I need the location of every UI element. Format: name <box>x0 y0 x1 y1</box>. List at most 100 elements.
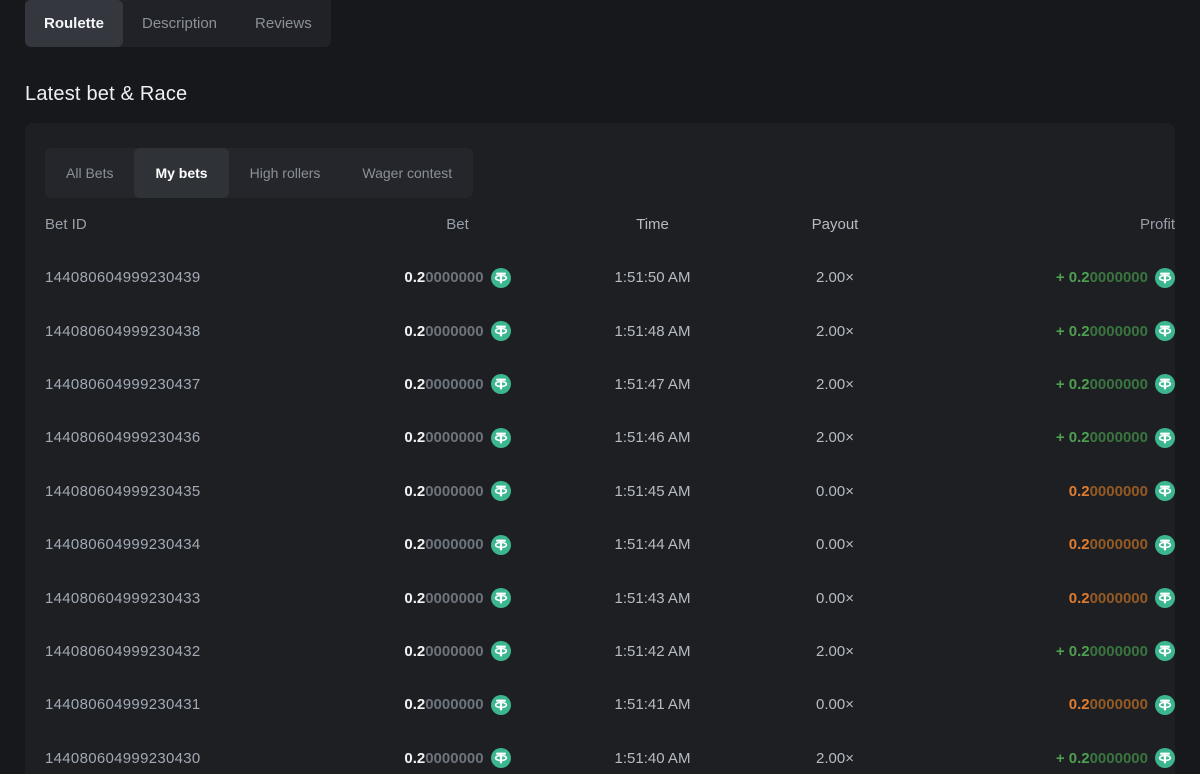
profit-amount-major: + 0.2 <box>1056 376 1090 393</box>
bet-time: 1:51:40 AM <box>545 750 760 767</box>
bet-amount: 0.20000000 <box>370 374 545 394</box>
tether-coin-icon <box>1155 428 1175 448</box>
tab-reviews[interactable]: Reviews <box>236 0 331 47</box>
table-row[interactable]: 144080604999230431 0.20000000 1:51:41 AM… <box>25 678 1175 731</box>
bet-amount-minor: 0000000 <box>425 750 483 767</box>
bet-id: 144080604999230434 <box>45 536 370 553</box>
profit-amount-major: + 0.2 <box>1056 323 1090 340</box>
table-row[interactable]: 144080604999230439 0.20000000 1:51:50 AM… <box>25 251 1175 304</box>
bet-amount-major: 0.2 <box>404 536 425 553</box>
bet-amount: 0.20000000 <box>370 588 545 608</box>
bet-id: 144080604999230431 <box>45 696 370 713</box>
tether-coin-icon <box>491 481 511 501</box>
bet-id: 144080604999230430 <box>45 750 370 767</box>
tether-coin-icon <box>491 268 511 288</box>
bet-time: 1:51:48 AM <box>545 323 760 340</box>
profit-amount-minor: 0000000 <box>1090 750 1148 767</box>
profit-amount-major: + 0.2 <box>1056 643 1090 660</box>
profit-amount-major: 0.2 <box>1069 590 1090 607</box>
profit-amount: + 0.20000000 <box>910 748 1175 768</box>
bet-time: 1:51:42 AM <box>545 643 760 660</box>
bet-amount: 0.20000000 <box>370 428 545 448</box>
tether-coin-icon <box>1155 321 1175 341</box>
bet-amount-major: 0.2 <box>404 750 425 767</box>
column-header-profit: Profit <box>910 216 1175 233</box>
bet-id: 144080604999230432 <box>45 643 370 660</box>
tab-description[interactable]: Description <box>123 0 236 47</box>
table-row[interactable]: 144080604999230432 0.20000000 1:51:42 AM… <box>25 625 1175 678</box>
profit-amount-minor: 0000000 <box>1090 323 1148 340</box>
bet-payout: 0.00× <box>760 590 910 607</box>
bet-time: 1:51:47 AM <box>545 376 760 393</box>
bet-amount: 0.20000000 <box>370 481 545 501</box>
bet-amount-minor: 0000000 <box>425 643 483 660</box>
bet-amount-minor: 0000000 <box>425 696 483 713</box>
tether-coin-icon <box>491 748 511 768</box>
latest-bets-panel: All Bets My bets High rollers Wager cont… <box>25 123 1175 774</box>
profit-amount-major: + 0.2 <box>1056 269 1090 286</box>
table-row[interactable]: 144080604999230433 0.20000000 1:51:43 AM… <box>25 571 1175 624</box>
bet-payout: 2.00× <box>760 269 910 286</box>
bet-amount: 0.20000000 <box>370 695 545 715</box>
tether-coin-icon <box>491 374 511 394</box>
tether-coin-icon <box>1155 748 1175 768</box>
table-row[interactable]: 144080604999230437 0.20000000 1:51:47 AM… <box>25 358 1175 411</box>
column-header-payout: Payout <box>760 216 910 233</box>
table-row[interactable]: 144080604999230430 0.20000000 1:51:40 AM… <box>25 732 1175 774</box>
tether-coin-icon <box>491 428 511 448</box>
profit-amount-minor: 0000000 <box>1090 590 1148 607</box>
tab-all-bets[interactable]: All Bets <box>45 148 134 198</box>
profit-amount-major: 0.2 <box>1069 483 1090 500</box>
profit-amount: 0.20000000 <box>910 695 1175 715</box>
bet-amount: 0.20000000 <box>370 535 545 555</box>
bet-payout: 2.00× <box>760 323 910 340</box>
table-row[interactable]: 144080604999230438 0.20000000 1:51:48 AM… <box>25 304 1175 357</box>
tether-coin-icon <box>491 641 511 661</box>
bet-amount: 0.20000000 <box>370 641 545 661</box>
bet-time: 1:51:44 AM <box>545 536 760 553</box>
column-header-bet-id: Bet ID <box>45 216 370 233</box>
bet-amount-major: 0.2 <box>404 429 425 446</box>
tab-wager-contest[interactable]: Wager contest <box>341 148 473 198</box>
page-title: Latest bet & Race <box>25 83 1200 106</box>
tab-high-rollers[interactable]: High rollers <box>229 148 342 198</box>
bet-payout: 0.00× <box>760 536 910 553</box>
bet-time: 1:51:45 AM <box>545 483 760 500</box>
bet-payout: 2.00× <box>760 750 910 767</box>
profit-amount: + 0.20000000 <box>910 268 1175 288</box>
tab-my-bets[interactable]: My bets <box>134 148 228 198</box>
tether-coin-icon <box>1155 268 1175 288</box>
profit-amount-major: + 0.2 <box>1056 750 1090 767</box>
bet-time: 1:51:43 AM <box>545 590 760 607</box>
tab-roulette[interactable]: Roulette <box>25 0 123 47</box>
bet-amount-minor: 0000000 <box>425 323 483 340</box>
profit-amount-minor: 0000000 <box>1090 269 1148 286</box>
profit-amount-minor: 0000000 <box>1090 429 1148 446</box>
tether-coin-icon <box>1155 641 1175 661</box>
bet-payout: 2.00× <box>760 643 910 660</box>
bet-payout: 2.00× <box>760 429 910 446</box>
table-row[interactable]: 144080604999230434 0.20000000 1:51:44 AM… <box>25 518 1175 571</box>
bets-table-body: 144080604999230439 0.20000000 1:51:50 AM… <box>25 251 1175 774</box>
tether-coin-icon <box>1155 695 1175 715</box>
column-header-time: Time <box>545 216 760 233</box>
table-row[interactable]: 144080604999230435 0.20000000 1:51:45 AM… <box>25 465 1175 518</box>
bet-id: 144080604999230436 <box>45 429 370 446</box>
bet-amount-major: 0.2 <box>404 376 425 393</box>
bet-amount-major: 0.2 <box>404 483 425 500</box>
table-row[interactable]: 144080604999230436 0.20000000 1:51:46 AM… <box>25 411 1175 464</box>
bet-payout: 2.00× <box>760 376 910 393</box>
bet-amount-major: 0.2 <box>404 269 425 286</box>
profit-amount: 0.20000000 <box>910 481 1175 501</box>
bets-table: Bet ID Bet Time Payout Profit 1440806049… <box>25 198 1175 774</box>
profit-amount-minor: 0000000 <box>1090 643 1148 660</box>
profit-amount: + 0.20000000 <box>910 321 1175 341</box>
bet-amount-minor: 0000000 <box>425 269 483 286</box>
bet-amount-major: 0.2 <box>404 696 425 713</box>
bet-id: 144080604999230437 <box>45 376 370 393</box>
bets-filter-tabbar: All Bets My bets High rollers Wager cont… <box>45 148 473 198</box>
bet-amount: 0.20000000 <box>370 748 545 768</box>
tether-coin-icon <box>1155 374 1175 394</box>
profit-amount: 0.20000000 <box>910 535 1175 555</box>
tether-coin-icon <box>1155 481 1175 501</box>
